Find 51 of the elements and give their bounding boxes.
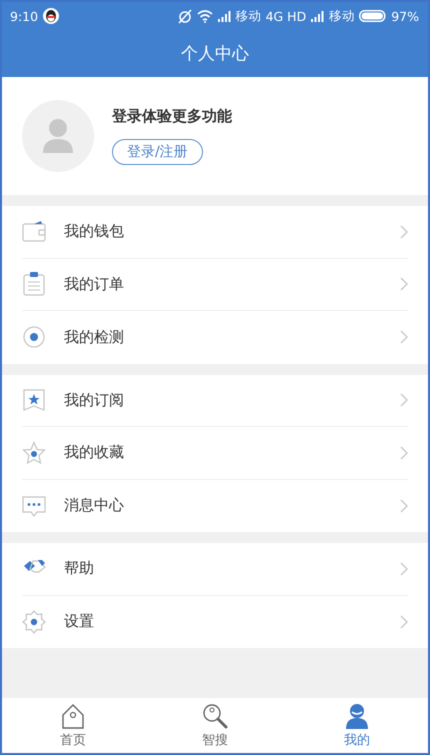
chevron-right-icon	[400, 562, 408, 576]
person-icon	[41, 117, 75, 155]
target-icon	[22, 325, 46, 350]
menu-item[interactable]: 帮助	[22, 543, 408, 596]
menu-item[interactable]: 我的检测	[22, 311, 408, 364]
menu-item[interactable]: 我的订单	[22, 258, 408, 311]
star-icon	[22, 440, 46, 465]
home-icon	[60, 702, 86, 728]
menu-label: 我的订阅	[64, 390, 125, 410]
network-label: 4G HD	[266, 8, 306, 24]
chevron-right-icon	[400, 498, 408, 513]
menu-label: 我的订单	[64, 274, 125, 294]
battery-icon	[359, 10, 388, 22]
carrier-label: 移动	[329, 8, 356, 24]
menu-label: 帮助	[64, 559, 95, 578]
chevron-right-icon	[400, 446, 408, 460]
bookmark-star-icon	[22, 388, 46, 412]
page-title: 个人中心	[181, 43, 249, 65]
chevron-right-icon	[400, 330, 408, 344]
menu-item[interactable]: 我的钱包	[22, 206, 408, 258]
penguin-icon	[43, 8, 60, 24]
login-prompt: 登录体验更多功能	[112, 107, 232, 126]
chevron-right-icon	[400, 224, 408, 239]
menu-label: 我的钱包	[64, 222, 125, 242]
clipboard-icon	[22, 272, 46, 296]
wifi-icon	[196, 9, 213, 23]
chevron-right-icon	[400, 393, 408, 408]
menu-label: 设置	[64, 612, 95, 632]
tab-item[interactable]: 智搜	[144, 698, 286, 753]
menu-item[interactable]: 我的收藏	[22, 427, 408, 480]
menu-label: 我的收藏	[64, 443, 125, 462]
carrier-label: 移动	[236, 8, 262, 24]
menu-label: 我的检测	[64, 328, 125, 347]
signal-icon	[310, 9, 326, 23]
chevron-right-icon	[400, 614, 408, 629]
menu-item[interactable]: 消息中心	[22, 480, 408, 532]
search-icon	[202, 702, 228, 728]
login-button[interactable]: 登录/注册	[112, 139, 203, 165]
tab-item[interactable]: 首页	[2, 698, 144, 753]
menu-label: 消息中心	[64, 496, 125, 516]
signal-icon	[216, 9, 232, 23]
chat-bubble-icon	[22, 494, 46, 518]
menu-item[interactable]: 我的订阅	[22, 374, 408, 427]
person-icon	[344, 702, 370, 728]
menu-item[interactable]: 设置	[22, 596, 408, 648]
chevron-right-icon	[400, 277, 408, 292]
clock-time: 9:10	[10, 8, 38, 24]
tab-item[interactable]: 我的	[286, 698, 428, 753]
wallet-icon	[22, 220, 46, 244]
gear-icon	[22, 610, 46, 634]
battery-percent: 97%	[391, 8, 419, 24]
